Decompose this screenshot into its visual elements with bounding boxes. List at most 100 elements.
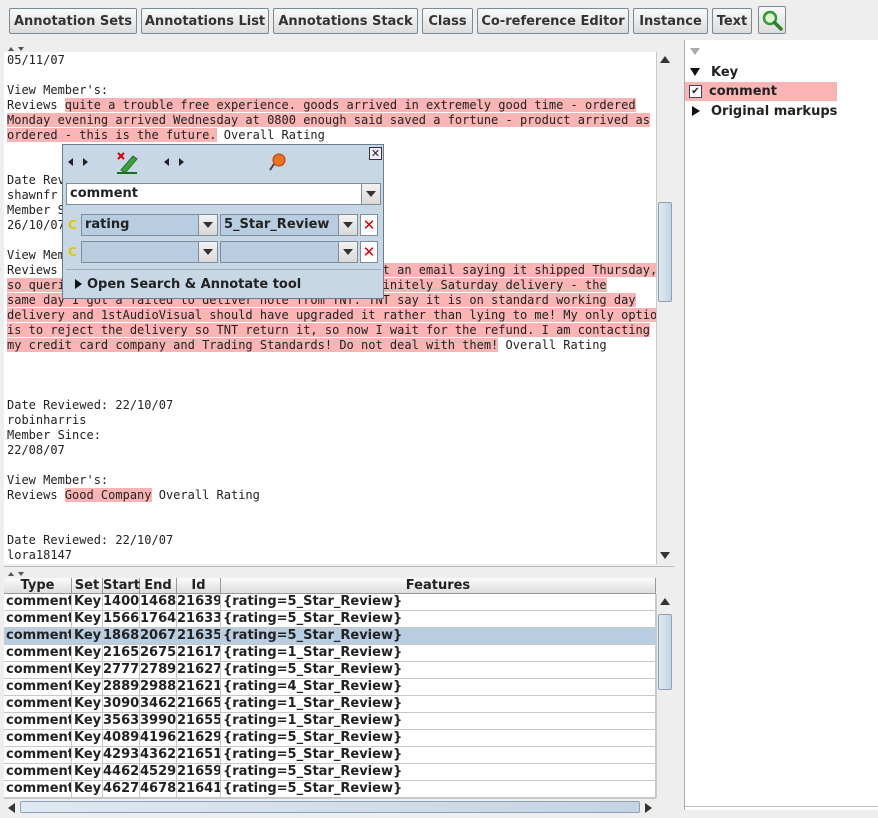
annotation-type-label-comment: comment — [709, 84, 778, 99]
table-row[interactable]: comment Key 2777 2789 21627 {rating=5_Star_Re… — [4, 662, 656, 679]
annotation-type-combo[interactable]: comment — [66, 183, 381, 205]
remove-feature-button[interactable]: ✕ — [360, 214, 378, 236]
cell-start: 2889 — [103, 679, 140, 695]
column-header-type[interactable]: Type — [4, 578, 72, 594]
feature-name-combo[interactable] — [81, 241, 218, 263]
chevron-down-icon[interactable] — [361, 184, 380, 204]
delete-annotation-icon[interactable] — [115, 150, 139, 174]
chevron-down-icon[interactable] — [198, 242, 217, 262]
annotations-stack-button[interactable]: Annotations Stack — [273, 8, 418, 34]
feature-name-combo[interactable]: rating — [81, 214, 218, 236]
cell-set: Key — [74, 594, 103, 610]
column-header-start[interactable]: Start — [103, 578, 140, 594]
annotation-highlight[interactable]: quite a trouble free experience. goods a… — [64, 98, 636, 112]
table-row[interactable]: comment Key 4089 4196 21629 {rating=5_Star_Re… — [4, 730, 656, 747]
document-text-pane[interactable]: 05/11/07 View Member's: Reviews quite a tr… — [4, 52, 656, 564]
annotation-highlight[interactable]: delivery and 1stAudioVisual should have … — [7, 308, 656, 322]
set-label-key: Key — [711, 65, 739, 80]
class-button[interactable]: Class — [422, 8, 473, 34]
cell-features: {rating=5_Star_Review} — [221, 662, 656, 678]
pin-icon[interactable] — [269, 152, 287, 172]
table-row[interactable]: comment Key 2165 2675 21617 {rating=1_Star_Re… — [4, 645, 656, 662]
cell-id: 21617 — [177, 645, 221, 661]
split-divider-top[interactable] — [4, 42, 674, 51]
feature-class-icon: C — [68, 245, 77, 259]
table-row[interactable]: comment Key 3563 3990 21655 {rating=1_Star_Re… — [4, 713, 656, 730]
text-line: Date Reviewed: 22/10/07 — [7, 533, 173, 548]
table-row[interactable]: comment Key 1868 2067 21635 {rating=5_Star_Re… — [4, 628, 656, 645]
cell-type: comment — [6, 764, 72, 780]
table-row[interactable]: comment Key 1566 1764 21633 {rating=5_Star_Re… — [4, 611, 656, 628]
cell-set: Key — [74, 764, 103, 780]
close-icon[interactable]: ✕ — [369, 147, 382, 160]
left-right-arrows-icon[interactable] — [67, 157, 89, 167]
column-header-features[interactable]: Features — [221, 578, 656, 594]
coreference-editor-button[interactable]: Co-reference Editor — [477, 8, 629, 34]
remove-feature-button[interactable]: ✕ — [360, 241, 378, 263]
table-scroll-thumb[interactable] — [658, 614, 672, 690]
set-row-key[interactable]: Key — [685, 64, 878, 82]
text-segment: robinharris — [7, 413, 87, 427]
annotation-highlight[interactable]: ordered - this is the future. — [7, 128, 217, 142]
text-line: Member Since: — [7, 428, 101, 443]
feature-value-combo[interactable]: 5_Star_Review — [220, 214, 358, 236]
table-horizontal-scrollbar[interactable] — [4, 798, 656, 814]
table-row[interactable]: comment Key 2889 2988 21621 {rating=4_Star_Re… — [4, 679, 656, 696]
scroll-up-arrow-icon[interactable] — [660, 598, 670, 605]
instance-button[interactable]: Instance — [633, 8, 708, 34]
table-hscroll-thumb[interactable] — [20, 801, 640, 813]
cell-type: comment — [6, 628, 72, 644]
annotation-highlight[interactable]: Monday evening arrived Wednesday at 0800… — [7, 113, 650, 127]
annotation-type-row-comment[interactable]: ✔ comment — [685, 82, 837, 101]
text-segment: Member Since: — [7, 563, 101, 564]
chevron-down-icon[interactable] — [338, 242, 357, 262]
search-button[interactable] — [758, 6, 786, 34]
annotation-highlight[interactable]: Good Company — [64, 488, 152, 502]
text-segment: Member Since: — [7, 428, 101, 442]
feature-value-combo[interactable] — [220, 241, 358, 263]
open-search-annotate-toggle[interactable]: Open Search & Annotate tool — [73, 276, 333, 294]
annotation-sets-button[interactable]: Annotation Sets — [9, 8, 137, 34]
text-line: lora18147 — [7, 548, 72, 563]
table-row[interactable]: comment Key 1400 1468 21639 {rating=5_Star_Re… — [4, 594, 656, 611]
annotation-highlight[interactable]: my credit card company and Trading Stand… — [7, 338, 499, 352]
chevron-down-icon[interactable] — [198, 215, 217, 235]
table-vertical-scrollbar[interactable] — [656, 594, 672, 798]
split-divider-middle[interactable] — [4, 566, 674, 576]
scroll-right-arrow-icon[interactable] — [645, 803, 652, 813]
column-header-id[interactable]: Id — [177, 578, 221, 594]
scroll-down-arrow-icon[interactable] — [660, 552, 670, 559]
text-vertical-scrollbar[interactable] — [656, 52, 672, 564]
chevron-down-icon[interactable] — [338, 215, 357, 235]
cell-start: 4293 — [103, 747, 140, 763]
cell-end: 1468 — [140, 594, 177, 610]
column-header-end[interactable]: End — [140, 578, 177, 594]
text-button[interactable]: Text — [712, 8, 752, 34]
scroll-up-arrow-icon[interactable] — [660, 56, 670, 63]
text-line: Reviews quite a trouble free experience.… — [7, 98, 636, 113]
text-line: 05/11/07 — [7, 53, 65, 68]
table-row[interactable]: comment Key 4627 4678 21641 {rating=5_Star_Re… — [4, 781, 656, 798]
cell-id: 21639 — [177, 594, 221, 610]
column-header-set[interactable]: Set — [72, 578, 103, 594]
left-right-arrows-icon[interactable] — [163, 157, 185, 167]
cell-id: 21629 — [177, 730, 221, 746]
text-scroll-thumb[interactable] — [658, 202, 672, 302]
text-segment: 22/08/07 — [7, 443, 65, 457]
set-row-original-markups[interactable]: Original markups — [685, 103, 878, 121]
text-line: 22/08/07 — [7, 443, 65, 458]
cell-set: Key — [74, 696, 103, 712]
table-row[interactable]: comment Key 4293 4362 21651 {rating=5_Star_Re… — [4, 747, 656, 764]
annotation-highlight[interactable]: is to reject the delivery so TNT return … — [7, 323, 650, 337]
scroll-left-arrow-icon[interactable] — [8, 803, 15, 813]
text-segment: shawnfr — [7, 188, 58, 202]
cell-id: 21621 — [177, 679, 221, 695]
text-segment: Reviews — [7, 488, 65, 502]
collapse-triangle-icon[interactable] — [690, 48, 700, 55]
table-row[interactable]: comment Key 4462 4529 21659 {rating=5_Star_Re… — [4, 764, 656, 781]
cell-set: Key — [74, 679, 103, 695]
annotations-list-button[interactable]: Annotations List — [141, 8, 269, 34]
comment-checkbox[interactable]: ✔ — [689, 85, 702, 98]
table-row[interactable]: comment Key 3090 3462 21665 {rating=1_Star_Re… — [4, 696, 656, 713]
cell-id: 21635 — [177, 628, 221, 644]
